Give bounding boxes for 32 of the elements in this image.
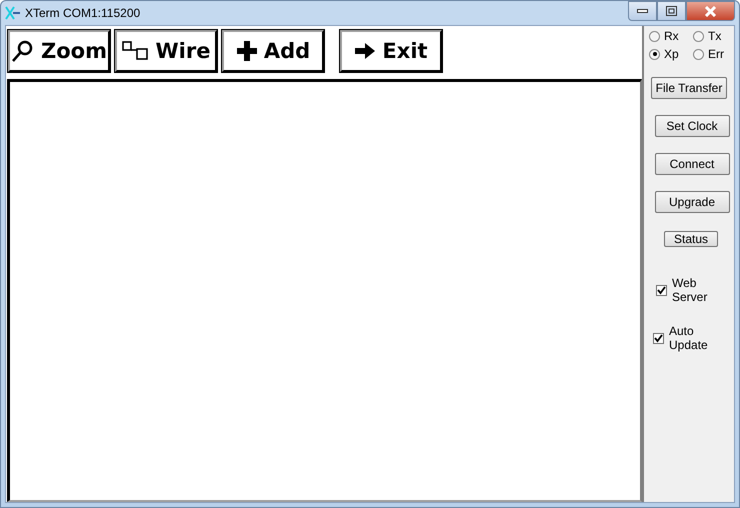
maximize-icon bbox=[666, 6, 677, 16]
plus-icon bbox=[236, 40, 258, 62]
minimize-icon bbox=[637, 9, 648, 13]
close-button[interactable] bbox=[686, 1, 735, 21]
radio-button[interactable] bbox=[693, 30, 704, 42]
panel-button[interactable]: Upgrade bbox=[654, 191, 730, 213]
panel-button[interactable]: Connect bbox=[654, 153, 730, 175]
toolbar-button[interactable]: Wire bbox=[114, 29, 218, 73]
radio-label: Xp bbox=[664, 47, 679, 61]
checkbox-label: Web Server bbox=[672, 276, 708, 304]
maximize-button[interactable] bbox=[657, 1, 686, 21]
app-icon bbox=[5, 6, 21, 20]
toolbar-button[interactable]: Exit bbox=[339, 29, 443, 73]
checkbox-label: Auto Update bbox=[669, 324, 709, 352]
checkbox[interactable] bbox=[653, 332, 664, 344]
radio-button[interactable] bbox=[649, 30, 660, 42]
panel-button[interactable]: Status bbox=[664, 231, 718, 247]
radio-label: Tx bbox=[708, 29, 722, 43]
checkbox[interactable] bbox=[656, 284, 667, 296]
window-title: XTerm COM1:115200 bbox=[25, 6, 140, 20]
panel-button[interactable]: File Transfer bbox=[650, 77, 728, 99]
arrow-icon bbox=[354, 42, 376, 60]
minimize-button[interactable] bbox=[628, 1, 657, 21]
radio-button[interactable] bbox=[649, 48, 660, 60]
close-icon bbox=[704, 6, 717, 16]
radio-label: Rx bbox=[664, 29, 679, 43]
radio-label: Err bbox=[708, 47, 724, 61]
toolbar-button[interactable]: Add bbox=[221, 29, 325, 73]
toolbar-button[interactable]: Zoom bbox=[7, 29, 111, 73]
radio-button[interactable] bbox=[693, 48, 704, 60]
squares-icon bbox=[122, 41, 150, 61]
panel-button[interactable]: Set Clock bbox=[654, 115, 730, 137]
